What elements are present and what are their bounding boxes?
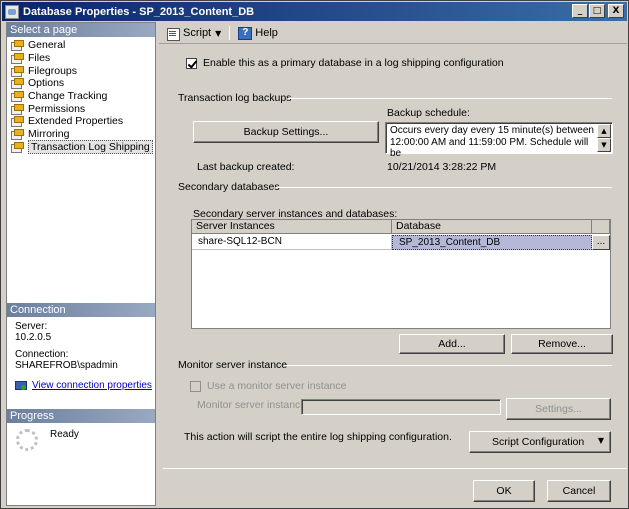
help-icon [238, 26, 253, 40]
script-icon [166, 27, 180, 41]
use-monitor-label: Use a monitor server instance [207, 380, 347, 392]
page-item-options[interactable]: Options [11, 77, 155, 90]
title-bar[interactable]: Database Properties - SP_2013_Content_DB… [2, 2, 627, 21]
database-properties-window: Database Properties - SP_2013_Content_DB… [0, 0, 629, 509]
secondary-group-line [276, 187, 612, 188]
secondary-group-label: Secondary databases [178, 181, 280, 193]
chevron-down-icon: ▼ [215, 28, 222, 38]
scroll-down-icon[interactable]: ▼ [597, 138, 611, 152]
page-icon [11, 53, 24, 65]
chevron-down-icon: ▼ [597, 436, 604, 445]
page-item-permissions[interactable]: Permissions [11, 102, 155, 115]
script-button[interactable]: Script ▼ [163, 24, 224, 42]
page-icon [11, 116, 24, 128]
connection-header: Connection [7, 303, 155, 317]
page-icon [11, 141, 24, 153]
footer-divider [163, 468, 627, 469]
cancel-button[interactable]: Cancel [547, 480, 611, 502]
connection-section: Connection Server: 10.2.0.5 Connection: … [7, 303, 155, 391]
page-icon [11, 65, 24, 77]
page-icon [11, 129, 24, 141]
page-icon [11, 103, 24, 115]
page-icon [11, 40, 24, 52]
toolbar-separator [229, 26, 231, 40]
page-item-files[interactable]: Files [11, 52, 155, 65]
connection-properties-icon [15, 380, 27, 391]
monitor-group-line [284, 365, 612, 366]
browse-database-button[interactable]: ... [592, 235, 610, 250]
database-icon [5, 4, 19, 19]
connection-label: Connection: [15, 349, 69, 360]
script-note: This action will script the entire log s… [184, 431, 452, 443]
progress-spinner-icon [16, 429, 38, 451]
monitor-group-label: Monitor server instance [178, 359, 288, 371]
ok-button[interactable]: OK [473, 480, 535, 502]
primary-log-shipping-option: Enable this as a primary database in a l… [186, 57, 504, 69]
add-button[interactable]: Add... [399, 334, 505, 354]
schedule-scrollbar[interactable]: ▲ ▼ [597, 124, 611, 152]
backup-settings-button[interactable]: Backup Settings... [193, 121, 379, 143]
monitor-instance-label: Monitor server instance [197, 399, 307, 411]
progress-header: Progress [7, 409, 155, 423]
close-button[interactable]: X [608, 4, 624, 18]
use-monitor-option: Use a monitor server instance [190, 380, 346, 392]
maximize-button[interactable]: □ [589, 4, 605, 18]
table-row[interactable]: share-SQL12-BCN SP_2013_Content_DB ... [192, 235, 610, 250]
tlog-group-label: Transaction log backups [178, 92, 292, 104]
column-database[interactable]: Database [392, 220, 592, 234]
server-label: Server: [15, 321, 48, 332]
view-connection-properties-link[interactable]: View connection properties [15, 380, 155, 391]
schedule-text: Occurs every day every 15 minute(s) betw… [390, 125, 594, 159]
select-page-header: Select a page [7, 23, 155, 37]
progress-status: Ready [50, 429, 79, 440]
connection-value: SHAREFROB\spadmin [15, 360, 118, 371]
page-item-extended-properties[interactable]: Extended Properties [11, 115, 155, 128]
server-instance-cell[interactable]: share-SQL12-BCN [192, 235, 392, 250]
toolbar: Script ▼ Help [163, 23, 281, 43]
page-item-mirroring[interactable]: Mirroring [11, 128, 155, 141]
page-item-general[interactable]: General [11, 39, 155, 52]
remove-button[interactable]: Remove... [511, 334, 613, 354]
column-server-instances[interactable]: Server Instances [192, 220, 392, 234]
database-cell[interactable]: SP_2013_Content_DB [392, 235, 592, 250]
scroll-up-icon[interactable]: ▲ [597, 124, 611, 138]
left-pane: Select a page General Files Filegroups O… [6, 22, 156, 506]
backup-schedule-label: Backup schedule: [387, 107, 470, 119]
enable-primary-checkbox[interactable] [186, 57, 197, 69]
window-controls: _ □ X [572, 4, 624, 18]
secondary-databases-grid[interactable]: Server Instances Database share-SQL12-BC… [191, 219, 611, 329]
page-item-filegroups[interactable]: Filegroups [11, 64, 155, 77]
help-button[interactable]: Help [235, 24, 281, 42]
tlog-group-line [288, 98, 612, 99]
toolbar-divider [159, 43, 627, 44]
backup-schedule-textbox[interactable]: Occurs every day every 15 minute(s) betw… [385, 122, 613, 159]
column-browse [592, 220, 610, 234]
enable-primary-label: Enable this as a primary database in a l… [203, 57, 504, 69]
use-monitor-checkbox[interactable] [190, 380, 201, 392]
page-icon [11, 78, 24, 90]
last-backup-value: 10/21/2014 3:28:22 PM [387, 161, 497, 173]
page-icon [11, 91, 24, 103]
progress-section: Progress Ready [7, 409, 155, 451]
server-value: 10.2.0.5 [15, 332, 52, 343]
monitor-instance-field[interactable] [301, 399, 501, 415]
page-list: General Files Filegroups Options Change … [7, 37, 155, 154]
page-item-transaction-log-shipping[interactable]: Transaction Log Shipping [11, 139, 155, 154]
page-item-change-tracking[interactable]: Change Tracking [11, 90, 155, 103]
grid-header: Server Instances Database [192, 220, 610, 234]
script-configuration-button[interactable]: Script Configuration ▼ [469, 431, 611, 453]
window-title: Database Properties - SP_2013_Content_DB [23, 5, 255, 18]
last-backup-label: Last backup created: [197, 161, 295, 173]
minimize-button[interactable]: _ [572, 4, 588, 18]
settings-button[interactable]: Settings... [506, 398, 611, 420]
